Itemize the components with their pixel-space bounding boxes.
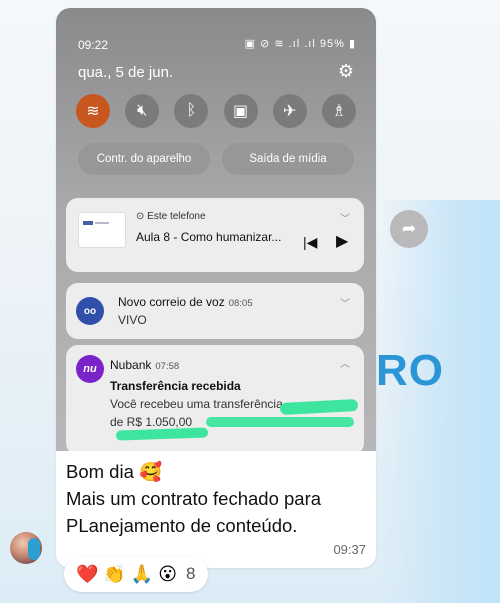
redaction-mark: [279, 398, 359, 416]
quick-settings-row: ≋ 🔇︎ ᛒ ▣ ✈ ♗: [76, 94, 356, 128]
status-time: 09:22: [78, 38, 109, 52]
media-source: ⊙ Este telefone: [136, 211, 206, 222]
message-line: PLanejamento de conteúdo.: [66, 515, 298, 536]
media-card: ⊙ Este telefone Aula 8 - Como humanizar.…: [66, 198, 364, 272]
status-icons: ▣ ⊘ ≋ .ıl .ıl 95% ▮: [244, 38, 356, 50]
message-line: Mais um contrato fechado para: [66, 488, 322, 509]
media-title: Aula 8 - Como humanizar...: [136, 230, 282, 244]
date-label: qua., 5 de jun.: [78, 64, 174, 81]
play-icon: ▶: [336, 233, 349, 250]
voicemail-card: oo Novo correio de voz 08:05 VIVO ﹀: [66, 283, 364, 339]
flashlight-icon: ♗: [321, 94, 356, 128]
chevron-up-icon: ︿: [340, 359, 350, 370]
nubank-icon: nu: [76, 355, 104, 383]
voicemail-icon: oo: [76, 297, 104, 325]
battery-level: 95%: [319, 38, 345, 50]
lock-rotation-icon: ▣: [223, 94, 258, 128]
wow-reaction: 😮: [158, 563, 178, 584]
background-gradient: [380, 200, 500, 603]
screenshot-image[interactable]: 09:22 ▣ ⊘ ≋ .ıl .ıl 95% ▮ qua., 5 de jun…: [56, 8, 376, 451]
airplane-icon: ✈: [272, 94, 307, 128]
nubank-title: Transferência recebida: [110, 379, 241, 393]
media-output-pill: Saída de mídia: [222, 143, 354, 175]
message-line: Bom dia 🥰: [66, 461, 163, 482]
avatar[interactable]: [10, 532, 42, 564]
chevron-down-icon: ﹀: [340, 214, 350, 225]
share-forward-icon[interactable]: ➦: [390, 210, 428, 248]
redaction-mark: [115, 427, 209, 441]
previous-track-icon: |◀: [303, 234, 318, 250]
reactions-bar[interactable]: ❤️ 👏 🙏 😮 8: [64, 556, 208, 592]
background-brand-text: RO: [376, 346, 444, 395]
reaction-count: 8: [186, 564, 196, 583]
nubank-app-name: Nubank 07:58: [110, 358, 180, 372]
nubank-line1: Você recebeu uma transferência: [110, 397, 283, 411]
voicemail-title: Novo correio de voz 08:05: [118, 295, 253, 309]
voicemail-body: VIVO: [118, 313, 147, 327]
gear-icon: ⚙: [337, 61, 354, 81]
mute-icon: 🔇︎: [125, 94, 160, 128]
heart-reaction: ❤️: [76, 563, 99, 584]
bluetooth-icon: ᛒ: [174, 94, 209, 128]
chevron-down-icon: ﹀: [340, 299, 350, 310]
nubank-card: nu Nubank 07:58 Transferência recebida Vo…: [66, 345, 364, 451]
media-thumbnail: [78, 212, 126, 248]
message-text: Bom dia 🥰 Mais um contrato fechado para …: [66, 458, 366, 539]
device-control-pill: Contr. do aparelho: [78, 143, 210, 175]
pray-reaction: 🙏: [130, 563, 154, 584]
wifi-icon: ≋: [76, 94, 110, 128]
message-time: 09:37: [333, 542, 366, 557]
message-bubble: 09:22 ▣ ⊘ ≋ .ıl .ıl 95% ▮ qua., 5 de jun…: [56, 8, 376, 568]
nubank-line2: de R$ 1.050,00: [110, 415, 193, 429]
pill-row: Contr. do aparelho Saída de mídia: [78, 143, 354, 175]
redaction-mark: [206, 417, 354, 427]
clap-reaction: 👏: [103, 563, 126, 584]
